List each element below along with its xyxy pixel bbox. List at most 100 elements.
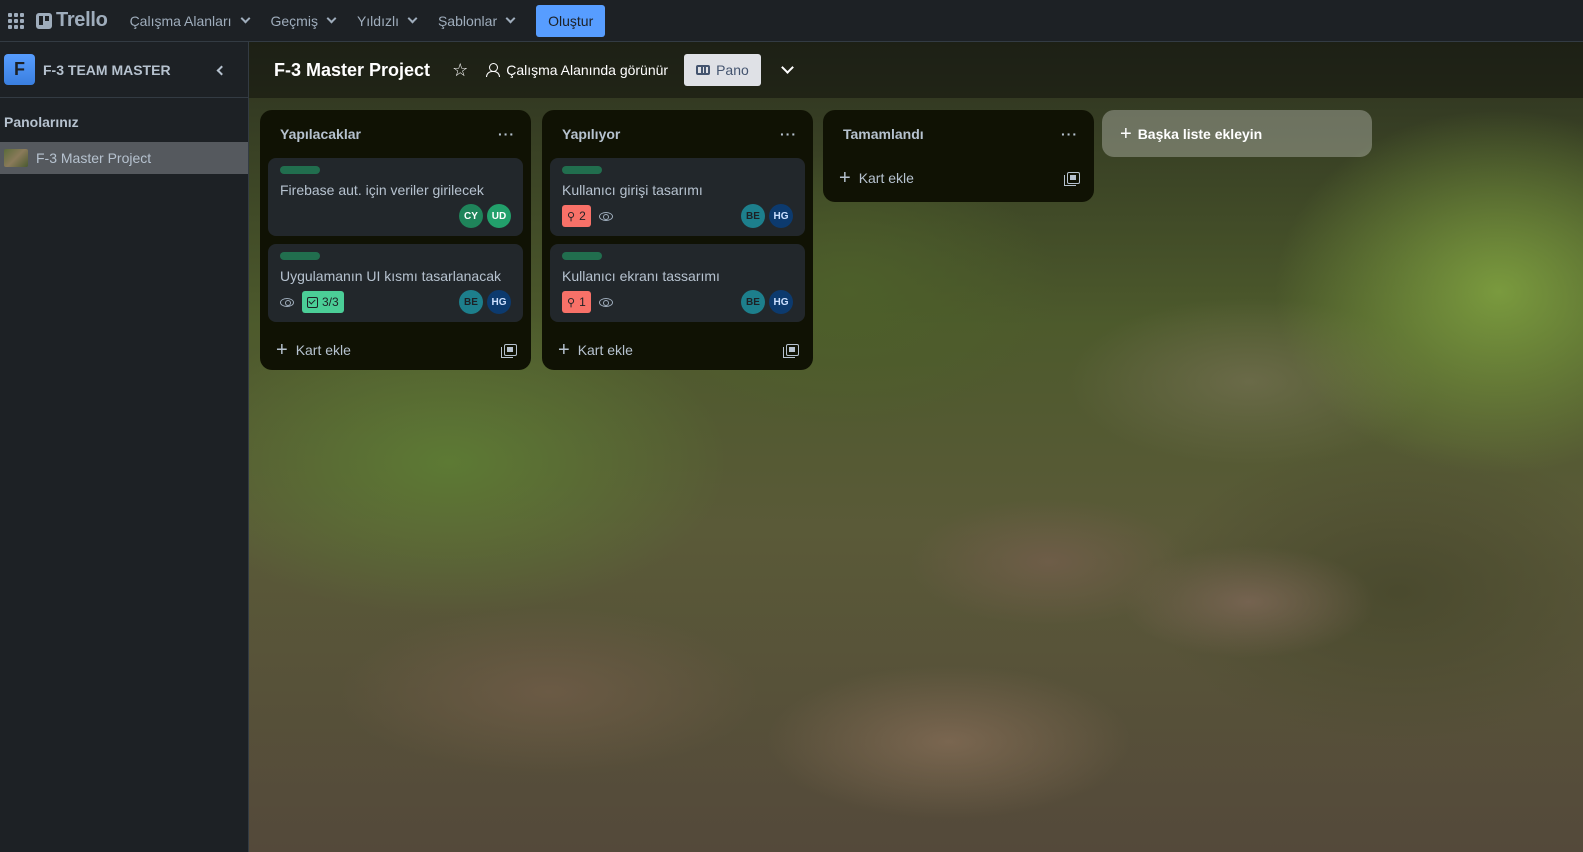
member-avatar[interactable]: HG bbox=[487, 290, 511, 314]
chevron-down-icon bbox=[407, 13, 418, 24]
list-done: Tamamlandı ··· + Kart ekle bbox=[823, 110, 1094, 202]
member-avatar[interactable]: HG bbox=[769, 290, 793, 314]
board-title[interactable]: F-3 Master Project bbox=[274, 60, 430, 81]
add-card-button[interactable]: + Kart ekle bbox=[276, 340, 351, 360]
nav-recent[interactable]: Geçmiş bbox=[270, 12, 337, 29]
card-title: Kullanıcı girişi tasarımı bbox=[562, 182, 703, 198]
create-button[interactable]: Oluştur bbox=[536, 4, 606, 37]
nav-starred-label: Yıldızlı bbox=[356, 12, 399, 29]
card-members: BE HG bbox=[741, 290, 793, 314]
nav-starred[interactable]: Yıldızlı bbox=[356, 12, 418, 29]
chevron-down-icon bbox=[240, 13, 250, 24]
card-title: Firebase aut. için veriler girilecek bbox=[280, 182, 484, 198]
card-members: BE HG bbox=[741, 204, 793, 228]
board-thumbnail bbox=[4, 149, 28, 167]
watching-icon bbox=[598, 297, 613, 307]
card-footer: ⚲ 2 BE HG bbox=[562, 204, 793, 228]
attachment-count: 1 bbox=[579, 295, 586, 309]
your-boards-heading: Panolarınız bbox=[4, 114, 79, 130]
checklist-badge: 3/3 bbox=[302, 291, 344, 313]
member-avatar[interactable]: BE bbox=[459, 290, 483, 314]
card-footer: CY UD bbox=[280, 204, 511, 228]
attachment-count: 2 bbox=[579, 209, 586, 223]
visibility-button[interactable]: Çalışma Alanında görünür bbox=[486, 62, 668, 78]
chevron-down-icon[interactable] bbox=[780, 61, 794, 74]
attachment-badge: ⚲ 2 bbox=[562, 205, 591, 227]
list-doing: Yapılıyor ··· Kullanıcı girişi tasarımı … bbox=[542, 110, 813, 370]
card-badges: 3/3 bbox=[280, 291, 344, 313]
add-card-button[interactable]: + Kart ekle bbox=[558, 340, 633, 360]
card[interactable]: Uygulamanın UI kısmı tasarlanacak 3/3 BE… bbox=[268, 244, 523, 322]
board-view-icon bbox=[696, 65, 711, 75]
workspace-header: F F-3 TEAM MASTER bbox=[0, 42, 248, 98]
add-card-row: + Kart ekle bbox=[823, 158, 1094, 202]
list-title[interactable]: Tamamlandı bbox=[843, 126, 924, 142]
add-card-label: Kart ekle bbox=[295, 342, 351, 358]
add-card-label: Kart ekle bbox=[577, 342, 633, 358]
list-header: Yapılacaklar ··· bbox=[260, 110, 531, 158]
chevron-down-icon bbox=[505, 13, 516, 24]
member-avatar[interactable]: UD bbox=[487, 204, 511, 228]
checklist-icon bbox=[307, 296, 318, 308]
board-canvas: F-3 Master Project ☆ Çalışma Alanında gö… bbox=[249, 42, 1583, 852]
trello-logo-text: Trello bbox=[56, 9, 108, 31]
create-from-template-icon[interactable] bbox=[1064, 172, 1080, 186]
sidebar: F F-3 TEAM MASTER Panolarınız F-3 Master… bbox=[0, 42, 249, 852]
app-switcher-icon[interactable] bbox=[6, 11, 26, 31]
nav-workspaces[interactable]: Çalışma Alanları bbox=[130, 13, 250, 29]
add-list-label: Başka liste ekleyin bbox=[1137, 125, 1263, 142]
card-label-green[interactable] bbox=[562, 166, 602, 174]
workspace-avatar[interactable]: F bbox=[4, 54, 35, 85]
card-title: Uygulamanın UI kısmı tasarlanacak bbox=[280, 268, 501, 284]
top-navigation: Trello Çalışma Alanları Geçmiş Yıldızlı … bbox=[0, 0, 1583, 42]
member-avatar[interactable]: CY bbox=[459, 204, 483, 228]
board-view-button[interactable]: Pano bbox=[684, 54, 761, 86]
card-label-green[interactable] bbox=[280, 166, 320, 174]
chevron-left-icon bbox=[216, 65, 227, 75]
card-badges: ⚲ 1 bbox=[562, 291, 613, 313]
card[interactable]: Firebase aut. için veriler girilecek CY … bbox=[268, 158, 523, 236]
add-list-button[interactable]: + Başka liste ekleyin bbox=[1102, 110, 1372, 157]
card-label-green[interactable] bbox=[280, 252, 320, 260]
list-menu-icon[interactable]: ··· bbox=[1061, 126, 1078, 142]
list-header: Tamamlandı ··· bbox=[823, 110, 1094, 158]
card-footer: ⚲ 1 BE HG bbox=[562, 290, 793, 314]
card-footer: 3/3 BE HG bbox=[280, 290, 511, 314]
member-avatar[interactable]: BE bbox=[741, 290, 765, 314]
trello-logo-icon bbox=[36, 12, 52, 29]
workspace-name[interactable]: F-3 TEAM MASTER bbox=[43, 62, 171, 78]
watching-icon bbox=[598, 211, 613, 221]
card-label-green[interactable] bbox=[562, 252, 602, 260]
member-avatar[interactable]: BE bbox=[741, 204, 765, 228]
create-from-template-icon[interactable] bbox=[783, 344, 799, 358]
star-icon[interactable]: ☆ bbox=[452, 60, 468, 81]
nav-templates-label: Şablonlar bbox=[437, 12, 498, 29]
chevron-down-icon bbox=[326, 13, 337, 24]
visibility-label: Çalışma Alanında görünür bbox=[506, 62, 669, 78]
card[interactable]: Kullanıcı ekranı tassarımı ⚲ 1 BE HG bbox=[550, 244, 805, 322]
card[interactable]: Kullanıcı girişi tasarımı ⚲ 2 BE HG bbox=[550, 158, 805, 236]
list-title[interactable]: Yapılıyor bbox=[562, 126, 620, 142]
pin-icon: ⚲ bbox=[567, 296, 576, 309]
list-header: Yapılıyor ··· bbox=[542, 110, 813, 158]
list-menu-icon[interactable]: ··· bbox=[498, 126, 515, 142]
trello-logo[interactable]: Trello bbox=[36, 9, 108, 32]
member-avatar[interactable]: HG bbox=[769, 204, 793, 228]
list-menu-icon[interactable]: ··· bbox=[780, 126, 797, 142]
board-view-label: Pano bbox=[716, 62, 749, 78]
workspace-visible-icon bbox=[486, 63, 501, 77]
add-card-button[interactable]: + Kart ekle bbox=[839, 168, 914, 188]
sidebar-item-board-label: F-3 Master Project bbox=[36, 150, 152, 166]
list-title[interactable]: Yapılacaklar bbox=[280, 126, 361, 142]
nav-recent-label: Geçmiş bbox=[270, 12, 318, 29]
list-todo: Yapılacaklar ··· Firebase aut. için veri… bbox=[260, 110, 531, 370]
checklist-count: 3/3 bbox=[322, 295, 339, 309]
collapse-sidebar-button[interactable] bbox=[208, 58, 232, 82]
nav-templates[interactable]: Şablonlar bbox=[437, 12, 516, 29]
card-badges: ⚲ 2 bbox=[562, 205, 613, 227]
add-card-row: + Kart ekle bbox=[542, 330, 813, 370]
watching-icon bbox=[280, 297, 294, 307]
sidebar-item-board[interactable]: F-3 Master Project bbox=[0, 142, 248, 174]
create-from-template-icon[interactable] bbox=[501, 344, 517, 358]
plus-icon: + bbox=[1120, 122, 1132, 145]
